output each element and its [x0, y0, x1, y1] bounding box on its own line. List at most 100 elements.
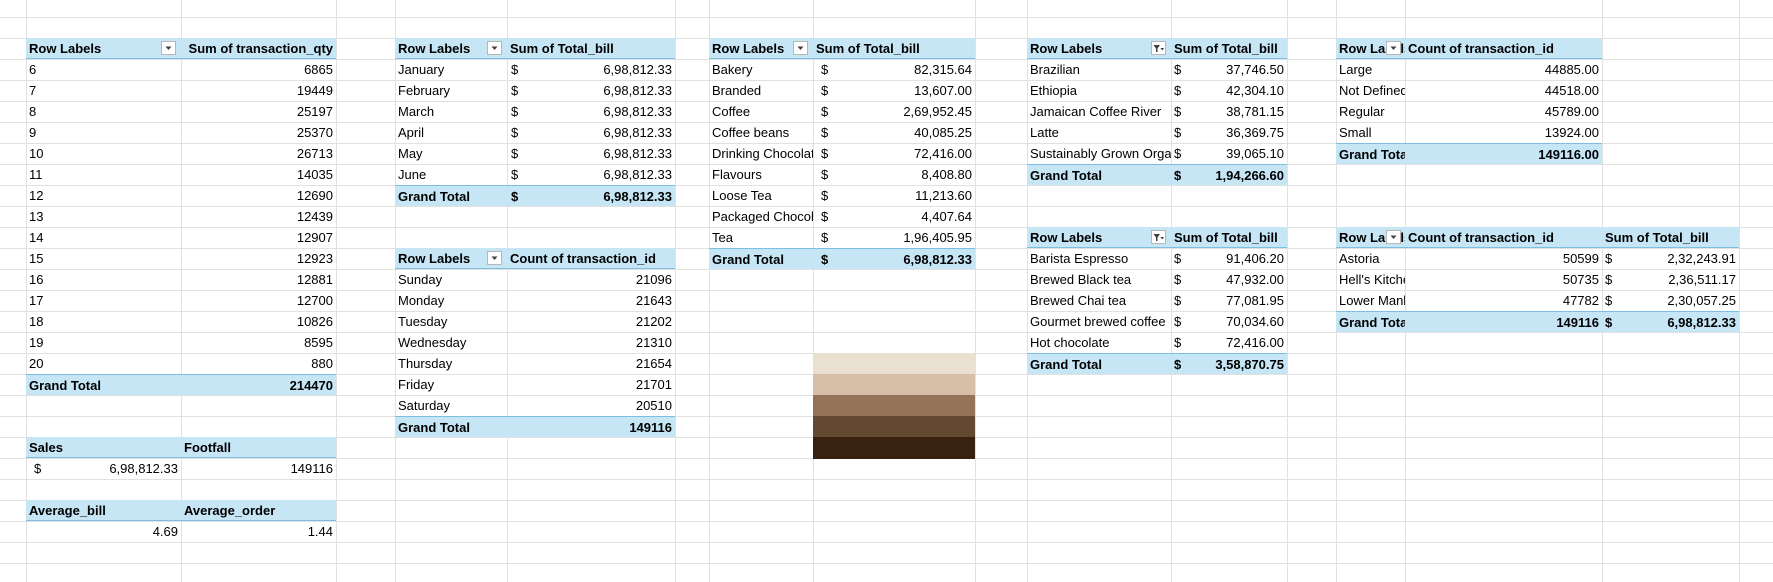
currency-symbol: $ [1174, 293, 1182, 308]
currency-symbol: $ [511, 167, 519, 182]
table-row[interactable]: Lower Manhattan 47782 $2,30,057.25 [1336, 290, 1739, 311]
table-row[interactable]: Bakery $82,315.64 [709, 59, 975, 80]
footfall-value[interactable]: 149116 [181, 458, 336, 479]
row-label: Tea [712, 230, 733, 245]
table-row[interactable]: Ethiopia $42,304.10 [1027, 80, 1287, 101]
header-row-labels[interactable]: Row Labels [1027, 38, 1171, 59]
filter-dropdown-icon[interactable] [1386, 230, 1401, 244]
table-row[interactable]: Wednesday 21310 [395, 332, 675, 353]
table-row[interactable]: Brazilian $37,746.50 [1027, 59, 1287, 80]
row-label: 18 [29, 314, 44, 329]
filter-dropdown-icon[interactable] [487, 41, 502, 55]
table-row[interactable]: Not Defined 44518.00 [1336, 80, 1602, 101]
table-row[interactable]: Tuesday 21202 [395, 311, 675, 332]
table-row[interactable]: 17 12700 [26, 290, 336, 311]
header-count-field[interactable]: Count of transaction_id [1405, 227, 1602, 248]
table-row[interactable]: Sustainably Grown Organic$39,065.10 [1027, 143, 1287, 164]
table-row[interactable]: 19 8595 [26, 332, 336, 353]
table-row[interactable]: Coffee beans $40,085.25 [709, 122, 975, 143]
grand-total-value: 6,98,812.33 [537, 185, 675, 206]
table-row[interactable]: Tea $1,96,405.95 [709, 227, 975, 248]
table-row[interactable]: Latte $36,369.75 [1027, 122, 1287, 143]
row-value: 21701 [635, 377, 672, 392]
table-row[interactable]: Gourmet brewed coffee $70,034.60 [1027, 311, 1287, 332]
table-row[interactable]: Packaged Chocolate $4,407.64 [709, 206, 975, 227]
table-row[interactable]: Friday 21701 [395, 374, 675, 395]
header-value-field[interactable]: Sum of Total_bill [507, 38, 675, 59]
table-row[interactable]: 20 880 [26, 353, 336, 374]
table-row[interactable]: Coffee $2,69,952.45 [709, 101, 975, 122]
table-row[interactable]: Saturday 20510 [395, 395, 675, 416]
table-row[interactable]: Barista Espresso $91,406.20 [1027, 248, 1287, 269]
table-row[interactable]: June $6,98,812.33 [395, 164, 675, 185]
table-row[interactable]: February $6,98,812.33 [395, 80, 675, 101]
kpi-header-row: Sales Footfall [26, 437, 336, 458]
table-row[interactable]: Monday 21643 [395, 290, 675, 311]
filter-applied-icon[interactable] [1151, 230, 1166, 244]
filter-dropdown-icon[interactable] [793, 41, 808, 55]
kpi-header-row: Average_bill Average_order [26, 500, 336, 521]
header-value-field[interactable]: Sum of Total_bill [813, 38, 975, 59]
table-row[interactable]: 12 12690 [26, 185, 336, 206]
filter-dropdown-icon[interactable] [1386, 41, 1401, 55]
table-row[interactable]: Large 44885.00 [1336, 59, 1602, 80]
table-row[interactable]: 7 19449 [26, 80, 336, 101]
table-row[interactable]: Flavours $8,408.80 [709, 164, 975, 185]
row-count: 50599 [1562, 251, 1599, 266]
table-row[interactable]: Jamaican Coffee River $38,781.15 [1027, 101, 1287, 122]
row-label: 20 [29, 356, 44, 371]
table-row[interactable]: Hot chocolate $72,416.00 [1027, 332, 1287, 353]
table-row[interactable]: Small 13924.00 [1336, 122, 1602, 143]
header-row-labels[interactable]: Row Labels [1027, 227, 1171, 248]
table-row[interactable]: May $6,98,812.33 [395, 143, 675, 164]
table-row[interactable]: 8 25197 [26, 101, 336, 122]
table-row[interactable]: Regular 45789.00 [1336, 101, 1602, 122]
table-row[interactable]: January $6,98,812.33 [395, 59, 675, 80]
table-row[interactable]: March $6,98,812.33 [395, 101, 675, 122]
table-row[interactable]: Brewed Chai tea $77,081.95 [1027, 290, 1287, 311]
filter-dropdown-icon[interactable] [487, 251, 502, 265]
table-row[interactable]: 13 12439 [26, 206, 336, 227]
filter-dropdown-icon[interactable] [161, 41, 176, 55]
table-row[interactable]: Thursday 21654 [395, 353, 675, 374]
palette-swatch[interactable] [813, 374, 975, 395]
table-row[interactable]: 18 10826 [26, 311, 336, 332]
header-row-labels[interactable]: Row Labels [26, 38, 181, 59]
header-value-field[interactable]: Sum of transaction_qty [181, 38, 336, 59]
row-label: Brewed Chai tea [1030, 293, 1127, 308]
header-sum-field[interactable]: Sum of Total_bill [1602, 227, 1739, 248]
header-value-field[interactable]: Sum of Total_bill [1171, 227, 1287, 248]
table-row[interactable]: Drinking Chocolate $72,416.00 [709, 143, 975, 164]
table-row[interactable]: Loose Tea $11,213.60 [709, 185, 975, 206]
table-row[interactable]: 11 14035 [26, 164, 336, 185]
table-row[interactable]: Branded $13,607.00 [709, 80, 975, 101]
average-bill-value[interactable]: 4.69 [26, 521, 181, 542]
header-value-field[interactable]: Sum of Total_bill [1171, 38, 1287, 59]
grand-total-value: 3,58,870.75 [1201, 353, 1287, 374]
table-row[interactable]: April $6,98,812.33 [395, 122, 675, 143]
currency-symbol: $ [821, 188, 829, 203]
table-row[interactable]: Brewed Black tea $47,932.00 [1027, 269, 1287, 290]
pivot-header-row: Row Labels Count of transaction_id [1336, 38, 1602, 59]
palette-swatch[interactable] [813, 416, 975, 437]
palette-swatch[interactable] [813, 353, 975, 374]
table-row[interactable]: 14 12907 [26, 227, 336, 248]
palette-swatch[interactable] [813, 437, 975, 459]
filter-applied-icon[interactable] [1151, 41, 1166, 55]
table-row[interactable]: 10 26713 [26, 143, 336, 164]
table-row[interactable]: Hell's Kitchen 50735 $2,36,511.17 [1336, 269, 1739, 290]
table-row[interactable]: 9 25370 [26, 122, 336, 143]
palette-swatch[interactable] [813, 395, 975, 416]
currency-symbol: $ [821, 167, 829, 182]
header-value-field[interactable]: Count of transaction_id [507, 248, 675, 269]
average-order-value[interactable]: 1.44 [181, 521, 336, 542]
table-row[interactable]: Astoria 50599 $2,32,243.91 [1336, 248, 1739, 269]
row-label: Latte [1030, 125, 1059, 140]
header-value-field[interactable]: Count of transaction_id [1405, 38, 1602, 59]
grand-total-label: Grand Total [1027, 353, 1171, 374]
table-row[interactable]: 6 6865 [26, 59, 336, 80]
table-row[interactable]: Sunday 21096 [395, 269, 675, 290]
sales-value[interactable]: 6,98,812.33 [51, 458, 181, 479]
table-row[interactable]: 15 12923 [26, 248, 336, 269]
table-row[interactable]: 16 12881 [26, 269, 336, 290]
